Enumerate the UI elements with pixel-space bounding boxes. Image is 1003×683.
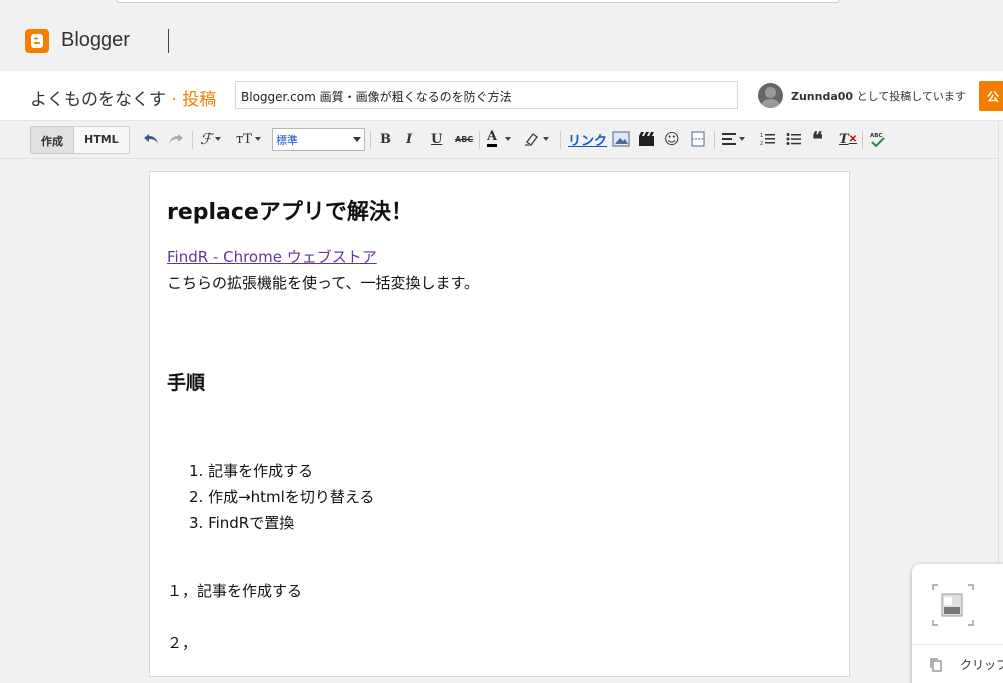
post-editor[interactable]: replaceアプリで解決！ FindR - Chrome ウェブストア こちら… [149,171,850,677]
numbered-list-icon[interactable]: 12 [760,129,775,149]
quote-icon[interactable]: ❝ [812,127,823,151]
browser-address-bar-edge [116,0,840,3]
svg-text:ABC: ABC [870,133,883,139]
undo-icon[interactable] [143,129,159,149]
floating-panel: クリップ [912,564,1003,683]
user-name: Zunnda00 [791,90,854,103]
copy-icon [930,658,942,672]
toolbar-divider [192,131,193,149]
toolbar-divider [862,131,863,149]
toolbar-divider [714,131,715,149]
spellcheck-icon[interactable]: ABC [870,129,886,149]
section-label: 投稿 [182,90,217,110]
bold-icon[interactable]: B [380,129,391,149]
format-select[interactable]: 標準 [272,128,365,151]
text-color-icon[interactable]: A [487,129,498,147]
post-subheading: 手順 [167,372,206,394]
chevron-down-icon [353,137,361,142]
format-select-value: 標準 [276,134,298,147]
svg-text:2: 2 [760,141,763,146]
panel-divider [912,644,1003,645]
toolbar-divider [479,131,480,149]
browser-top-strip [0,0,1003,8]
html-mode-button[interactable]: HTML [74,127,129,153]
posting-as-suffix: として投稿しています [856,90,966,103]
steps-list: 1. 記事を作成する 2. 作成→htmlを切り替える 3. FindRで置換 [189,458,827,536]
underline-icon[interactable]: U [431,129,442,149]
align-icon[interactable] [722,129,745,149]
blogger-header: Blogger [0,8,1003,71]
findr-link[interactable]: FindR - Chrome ウェブストア [167,248,377,266]
avatar[interactable] [758,83,783,108]
step-line: １，記事を作成する [167,582,303,600]
post-heading: replaceアプリで解決！ [167,200,413,225]
font-size-icon[interactable]: ᴛT [236,129,261,149]
svg-text:1: 1 [760,133,763,139]
clip-button[interactable]: クリップ [960,656,1003,673]
posting-as-text: Zunnda00 として投稿しています [791,88,966,104]
post-title-bar: よくものをなくす · 投稿 Blogger.com 画質・画像が粗くなるのを防ぐ… [0,71,1003,121]
emoji-icon[interactable]: ☺ [664,129,680,149]
italic-icon[interactable]: I [406,129,412,149]
bulleted-list-icon[interactable] [786,129,801,149]
clear-format-icon[interactable]: T ✕ [839,129,857,149]
list-item: 3. FindRで置換 [189,514,295,532]
jump-break-icon[interactable] [690,129,706,149]
screenshot-icon[interactable] [932,584,974,626]
list-item: 1. 記事を作成する [189,462,314,480]
link-label: リンク [568,133,608,149]
video-icon[interactable] [638,129,655,149]
image-icon[interactable] [612,129,630,149]
font-family-icon[interactable]: ℱ [200,129,221,149]
editor-toolbar: 作成 HTML ℱ ᴛT 標準 B I U ABC A リンク ☺ 12 ❝ T… [0,121,1003,159]
toolbar-divider [560,131,561,149]
publish-button[interactable]: 公 [979,81,1003,111]
blog-breadcrumb: よくものをなくす · 投稿 [30,85,216,110]
list-item: 2. 作成→htmlを切り替える [189,488,375,506]
strikethrough-icon[interactable]: ABC [455,129,473,149]
redo-icon[interactable] [168,129,184,149]
blogger-logo-icon[interactable] [25,29,49,53]
breadcrumb-separator: · [171,90,177,110]
toolbar-divider [370,131,371,149]
highlight-icon[interactable] [524,129,549,149]
compose-mode-button[interactable]: 作成 [31,127,74,153]
step-line: ２， [167,634,198,652]
brand-name[interactable]: Blogger [61,29,130,52]
post-content: replaceアプリで解決！ FindR - Chrome ウェブストア こちら… [167,198,827,656]
post-paragraph: こちらの拡張機能を使って、一括変換します。 [167,274,480,292]
post-title-input[interactable]: Blogger.com 画質・画像が粗くなるのを防ぐ方法 [235,81,738,109]
mode-switch: 作成 HTML [30,126,130,154]
brand-divider [168,29,169,53]
blog-name[interactable]: よくものをなくす [30,90,166,110]
link-button[interactable]: リンク [568,129,607,149]
chevron-down-icon[interactable] [502,129,511,149]
